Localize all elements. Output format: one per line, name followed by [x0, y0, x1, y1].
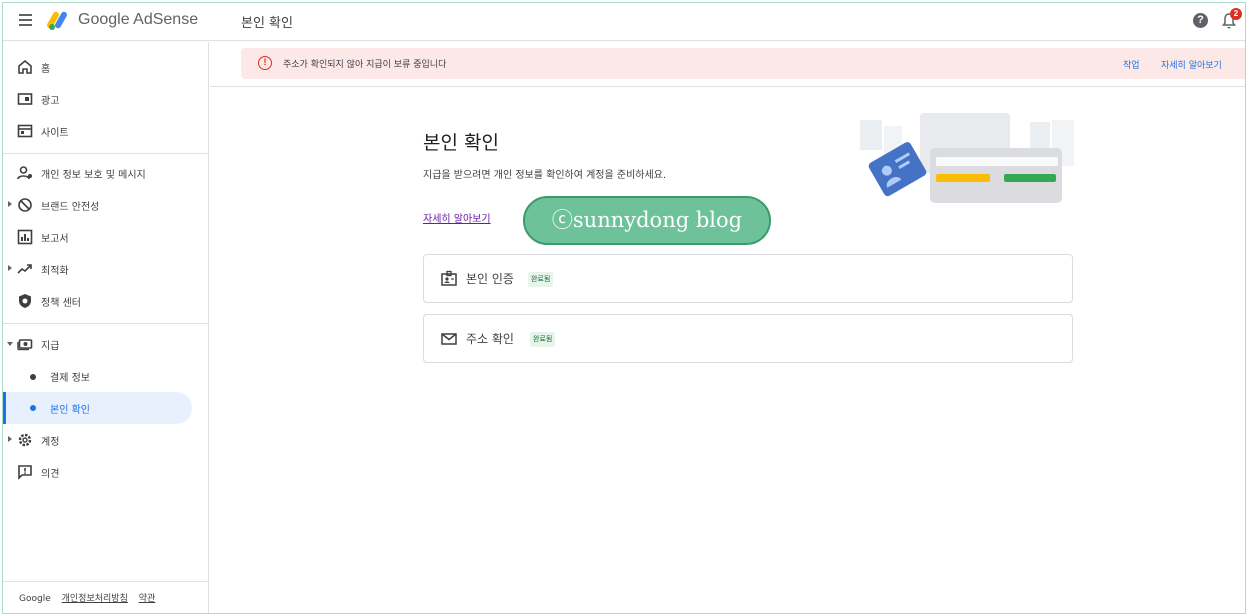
ads-icon	[17, 93, 33, 105]
card-title: 주소 확인	[466, 332, 514, 346]
sidebar-item-label: 브랜드 안전성	[41, 202, 100, 213]
privacy-policy-link[interactable]: 개인정보처리방침	[62, 594, 128, 604]
payment-hold-alert: ! 주소가 확인되지 않아 지급이 보류 중입니다 작업 자세히 알아보기	[241, 48, 1245, 79]
feedback-icon	[18, 465, 32, 480]
alert-action-button[interactable]: 작업	[1123, 58, 1140, 71]
terms-link[interactable]: 약관	[139, 594, 156, 604]
sidebar-item-label: 개인 정보 보호 및 메시지	[41, 170, 146, 181]
sidebar-item-brand-safety[interactable]: 브랜드 안전성	[3, 191, 209, 219]
sidebar-item-home[interactable]: 홈	[3, 53, 209, 81]
sidebar-item-optimization[interactable]: 최적화	[3, 255, 209, 283]
brand-name: Google AdSense	[78, 11, 199, 28]
sidebar-item-label: 지급	[41, 341, 60, 352]
sidebar-item-label: 결제 정보	[50, 373, 90, 384]
sidebar-footer: Google 개인정보처리방침 약관	[19, 591, 155, 604]
expand-arrow-icon	[8, 201, 12, 207]
notification-badge: 2	[1230, 8, 1242, 20]
sidebar-item-feedback[interactable]: 의견	[3, 458, 209, 486]
sidebar-item-privacy[interactable]: 개인 정보 보호 및 메시지	[3, 159, 209, 187]
sidebar-nav: 홈 광고 사이트 개인 정보 보호 및 메시지 브랜드 안전성 보고서 최적화	[3, 42, 209, 613]
alert-message: 주소가 확인되지 않아 지급이 보류 중입니다	[283, 60, 447, 70]
sidebar-item-reports[interactable]: 보고서	[3, 223, 209, 251]
sidebar-item-account[interactable]: 계정	[3, 426, 209, 454]
sidebar-divider	[3, 323, 209, 324]
gear-icon	[18, 433, 32, 447]
app-window: Google AdSense 본인 확인 ? 2 홈 광고 사이트 개인 정보 …	[2, 2, 1246, 614]
reports-icon	[17, 229, 33, 245]
privacy-icon	[17, 166, 32, 180]
content-divider	[210, 86, 1245, 87]
sidebar-item-label: 정책 센터	[41, 298, 81, 309]
bullet-icon	[30, 374, 36, 380]
sidebar-divider	[3, 581, 209, 582]
status-badge: 완료됨	[530, 332, 556, 347]
error-icon: !	[258, 56, 272, 70]
collapse-arrow-icon	[7, 342, 13, 346]
sidebar-item-policy-center[interactable]: 정책 센터	[3, 287, 209, 315]
page-description: 지급을 받으려면 개인 정보를 확인하여 계정을 준비하세요.	[423, 170, 667, 181]
sidebar-item-label: 사이트	[41, 128, 69, 139]
sidebar-item-label: 의견	[41, 469, 60, 480]
main-content: ! 주소가 확인되지 않아 지급이 보류 중입니다 작업 자세히 알아보기 본인…	[210, 42, 1245, 613]
sidebar-item-payments[interactable]: 지급	[3, 330, 209, 358]
identity-card-illustration	[860, 113, 1074, 203]
card-title: 본인 인증	[466, 272, 514, 286]
expand-arrow-icon	[8, 436, 12, 442]
active-indicator	[3, 392, 6, 424]
sidebar-item-label: 홈	[41, 64, 51, 75]
top-app-bar: Google AdSense 본인 확인 ? 2	[3, 3, 1245, 41]
address-verification-card[interactable]: 주소 확인 완료됨	[423, 314, 1073, 363]
menu-icon[interactable]	[19, 14, 33, 28]
sidebar-item-label: 계정	[41, 437, 60, 448]
blog-watermark: ⓒsunnydong blog	[523, 196, 771, 245]
sidebar-item-ads[interactable]: 광고	[3, 85, 209, 113]
mail-icon	[441, 333, 457, 345]
sites-icon	[17, 124, 33, 138]
sidebar-item-identity-verification[interactable]: 본인 확인	[3, 392, 192, 424]
page-title: 본인 확인	[423, 132, 499, 154]
payments-icon	[17, 339, 33, 351]
sidebar-item-label: 본인 확인	[50, 405, 90, 416]
badge-icon	[441, 270, 457, 286]
sidebar-item-label: 광고	[41, 96, 60, 107]
status-badge: 완료됨	[528, 272, 554, 287]
alert-learn-more-link[interactable]: 자세히 알아보기	[1161, 58, 1222, 71]
sidebar-item-label: 보고서	[41, 234, 69, 245]
shield-icon	[19, 294, 31, 308]
home-icon	[18, 59, 32, 74]
sidebar-item-payment-info[interactable]: 결제 정보	[3, 362, 209, 390]
learn-more-link[interactable]: 자세히 알아보기	[423, 210, 491, 225]
sidebar-divider	[3, 153, 209, 154]
help-icon[interactable]: ?	[1193, 13, 1208, 28]
trending-icon	[17, 264, 32, 274]
bullet-icon	[30, 405, 36, 411]
identity-verification-card[interactable]: 본인 인증 완료됨	[423, 254, 1073, 303]
page-heading: 본인 확인	[241, 16, 293, 31]
expand-arrow-icon	[8, 265, 12, 271]
footer-brand: Google	[19, 594, 51, 604]
adsense-logo	[47, 11, 67, 30]
sidebar-item-label: 최적화	[41, 266, 69, 277]
block-icon	[18, 198, 32, 212]
sidebar-item-sites[interactable]: 사이트	[3, 117, 209, 145]
